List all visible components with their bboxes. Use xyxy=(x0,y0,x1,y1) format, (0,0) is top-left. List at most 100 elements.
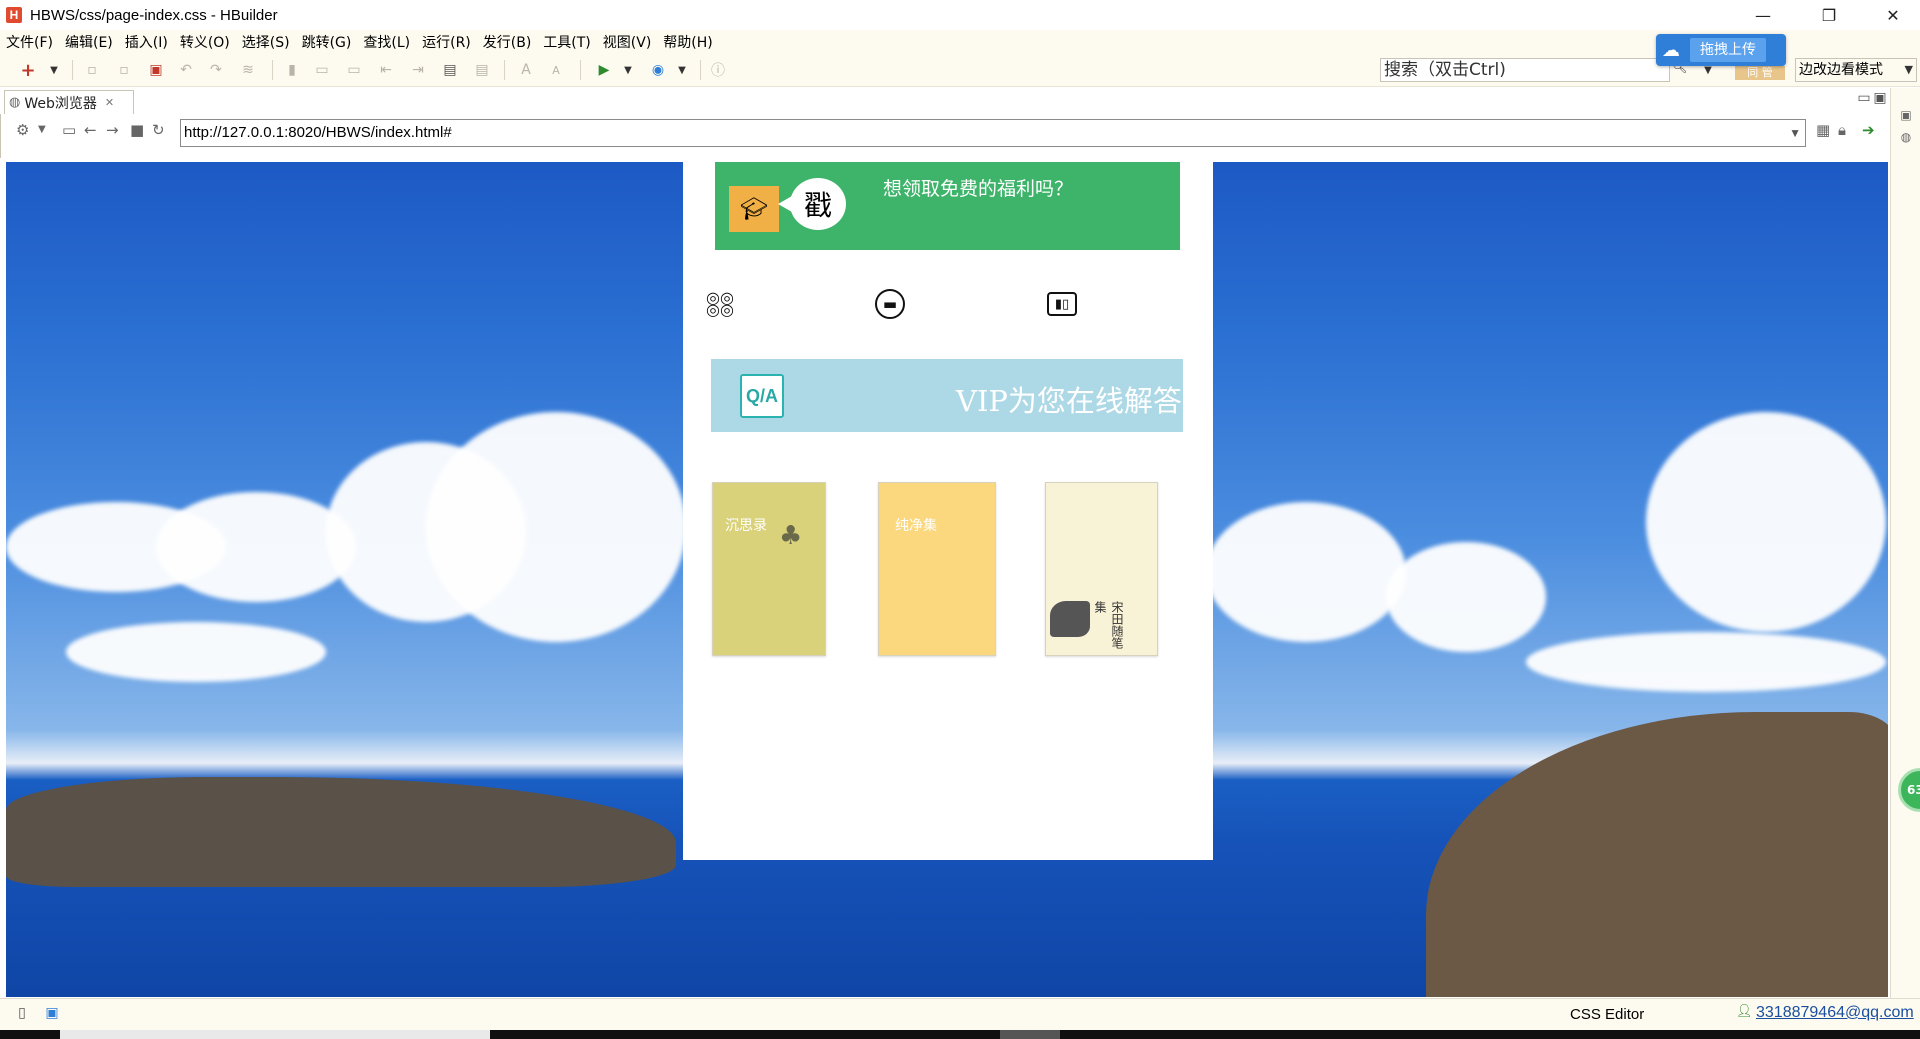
indent-right-icon[interactable]: ⇥ xyxy=(410,62,426,78)
minimize-view-icon[interactable]: ▭ xyxy=(1856,90,1872,106)
menu-insert[interactable]: 插入(I) xyxy=(125,32,168,52)
settings-dropdown-icon[interactable]: ▼ xyxy=(38,124,46,135)
maximize-button[interactable]: ❐ xyxy=(1806,0,1852,30)
taskbar-segment[interactable] xyxy=(1000,1030,1060,1039)
menu-escape[interactable]: 转义(O) xyxy=(180,32,230,52)
run-dropdown-icon[interactable]: ▼ xyxy=(620,62,636,78)
cloud-image xyxy=(426,412,686,642)
cloud-image xyxy=(156,492,356,602)
menu-run[interactable]: 运行(R) xyxy=(422,32,471,52)
bookmark-icon[interactable]: ▮ xyxy=(284,62,300,78)
new-file-icon[interactable]: + xyxy=(20,60,36,81)
close-button[interactable]: ✕ xyxy=(1870,0,1916,30)
browser-icon[interactable]: ◉ xyxy=(650,62,666,78)
avatar-icon: 🎓︎ xyxy=(729,186,779,232)
cloud-image xyxy=(1646,412,1886,632)
mode-select[interactable]: 边改边看模式 ▼ xyxy=(1795,58,1917,82)
font-increase-icon[interactable]: A xyxy=(518,62,534,78)
menu-publish[interactable]: 发行(B) xyxy=(483,32,532,52)
upload-label: 拖拽上传 xyxy=(1690,38,1766,62)
book-cover[interactable]: 宋田随笔集 xyxy=(1045,482,1158,656)
search-input[interactable]: 搜索（双击Ctrl) xyxy=(1380,58,1670,82)
chevron-down-icon: ▼ xyxy=(1904,63,1913,76)
speech-bubble[interactable]: 戳 xyxy=(778,178,846,230)
console-icon[interactable]: ▭ xyxy=(62,121,76,139)
toolbar-separator xyxy=(700,60,701,80)
tab-label: Web浏览器 xyxy=(24,95,97,112)
task-icon[interactable]: ▣ xyxy=(44,1005,60,1021)
upload-button[interactable]: ☁ 拖拽上传 xyxy=(1656,34,1786,66)
url-input[interactable]: http://127.0.0.1:8020/HBWS/index.html# ▼ xyxy=(180,119,1806,147)
hbuilder-logo-icon: H xyxy=(6,7,22,23)
qr-code-icon[interactable]: ▦ xyxy=(1816,121,1830,139)
tree-icon: ♣ xyxy=(779,521,803,551)
run-icon[interactable]: ▶ xyxy=(596,62,612,78)
comment-icon[interactable]: ▤ xyxy=(442,62,458,78)
url-dropdown-icon[interactable]: ▼ xyxy=(1789,120,1801,146)
account-link[interactable]: 3318879464@qq.com xyxy=(1756,1004,1914,1022)
url-text: http://127.0.0.1:8020/HBWS/index.html# xyxy=(184,124,452,141)
menu-view[interactable]: 视图(V) xyxy=(603,32,652,52)
undo-icon[interactable]: ↶ xyxy=(178,62,194,78)
book-icon[interactable]: ▮▯ xyxy=(1046,288,1078,320)
settings-icon[interactable]: ⚙ xyxy=(16,121,29,139)
back-icon[interactable]: ← xyxy=(84,121,97,139)
menu-file[interactable]: 文件(F) xyxy=(6,32,53,52)
tab-web-browser[interactable]: ◍ Web浏览器 ✕ xyxy=(4,90,134,114)
new-window-icon[interactable]: ▯ xyxy=(14,1005,30,1021)
toolbar-separator xyxy=(272,60,273,80)
menu-select[interactable]: 选择(S) xyxy=(242,32,290,52)
menu-tools[interactable]: 工具(T) xyxy=(543,32,590,52)
redo-icon[interactable]: ↷ xyxy=(208,62,224,78)
window-title: HBWS/css/page-index.css - HBuilder xyxy=(30,6,278,24)
file-icon[interactable]: ▭ xyxy=(314,62,330,78)
save-icon[interactable]: ▫ xyxy=(84,62,100,78)
book-title: 宋田随笔集 xyxy=(1093,601,1124,649)
lock-icon[interactable]: 🔒︎ xyxy=(1838,121,1846,139)
ink-painting-image xyxy=(1050,601,1090,637)
menu-bar: 文件(F) 编辑(E) 插入(I) 转义(O) 选择(S) 跳转(G) 查找(L… xyxy=(0,30,1920,54)
preview-icon[interactable]: ▤ xyxy=(474,62,490,78)
book-cover[interactable]: 沉思录 ♣ xyxy=(712,482,826,656)
indent-left-icon[interactable]: ⇤ xyxy=(378,62,394,78)
tab-close-icon[interactable]: ✕ xyxy=(105,96,114,109)
forward-icon[interactable]: → xyxy=(106,121,119,139)
save-all-icon[interactable]: ▣ xyxy=(148,62,164,78)
save-as-icon[interactable]: ▫ xyxy=(116,62,132,78)
cliff-image xyxy=(1426,712,1888,997)
tab-bar: ◍ Web浏览器 ✕ ▭ ▣ xyxy=(0,88,1920,114)
menu-goto[interactable]: 跳转(G) xyxy=(302,32,352,52)
user-icon: 👤︎ xyxy=(1736,1004,1753,1019)
refresh-icon[interactable]: ↻ xyxy=(152,121,165,139)
new-dropdown-icon[interactable]: ▼ xyxy=(46,62,62,78)
card-icon[interactable]: ▬ xyxy=(874,288,906,320)
toolbar-separator xyxy=(504,60,505,80)
restore-view-icon[interactable]: ▣ xyxy=(1897,108,1915,126)
globe-icon: ◍ xyxy=(9,95,21,110)
cloud-image xyxy=(1386,542,1546,652)
maximize-view-icon[interactable]: ▣ xyxy=(1872,90,1888,106)
cloud-image xyxy=(1526,632,1886,692)
cloud-icon: ☁ xyxy=(1662,39,1680,61)
file-alt-icon[interactable]: ▭ xyxy=(346,62,362,78)
go-icon[interactable]: ➔ xyxy=(1862,121,1875,139)
taskbar-segment[interactable] xyxy=(60,1030,490,1039)
menu-help[interactable]: 帮助(H) xyxy=(663,32,712,52)
mode-badge[interactable]: 同 管 xyxy=(1735,66,1785,80)
menu-find[interactable]: 查找(L) xyxy=(363,32,410,52)
cloud-image xyxy=(1206,502,1406,642)
web-view-icon[interactable]: ◍ xyxy=(1897,130,1915,148)
apps-grid-icon[interactable]: ◎◎ ◎◎ xyxy=(704,288,736,320)
format-icon[interactable]: ≋ xyxy=(240,62,256,78)
qa-banner-text: VIP为您在线解答 xyxy=(956,384,1182,418)
browser-dropdown-icon[interactable]: ▼ xyxy=(674,62,690,78)
book-title: 沉思录 xyxy=(725,518,767,534)
minimize-button[interactable]: — xyxy=(1740,0,1786,30)
book-cover[interactable]: 纯净集 xyxy=(878,482,996,656)
info-icon[interactable]: ⓘ xyxy=(710,62,726,79)
stop-icon[interactable]: ■ xyxy=(130,121,144,139)
bubble-text: 戳 xyxy=(803,189,832,222)
menu-edit[interactable]: 编辑(E) xyxy=(65,32,113,52)
font-decrease-icon[interactable]: A xyxy=(548,62,564,78)
mode-select-value: 边改边看模式 xyxy=(1799,62,1883,78)
